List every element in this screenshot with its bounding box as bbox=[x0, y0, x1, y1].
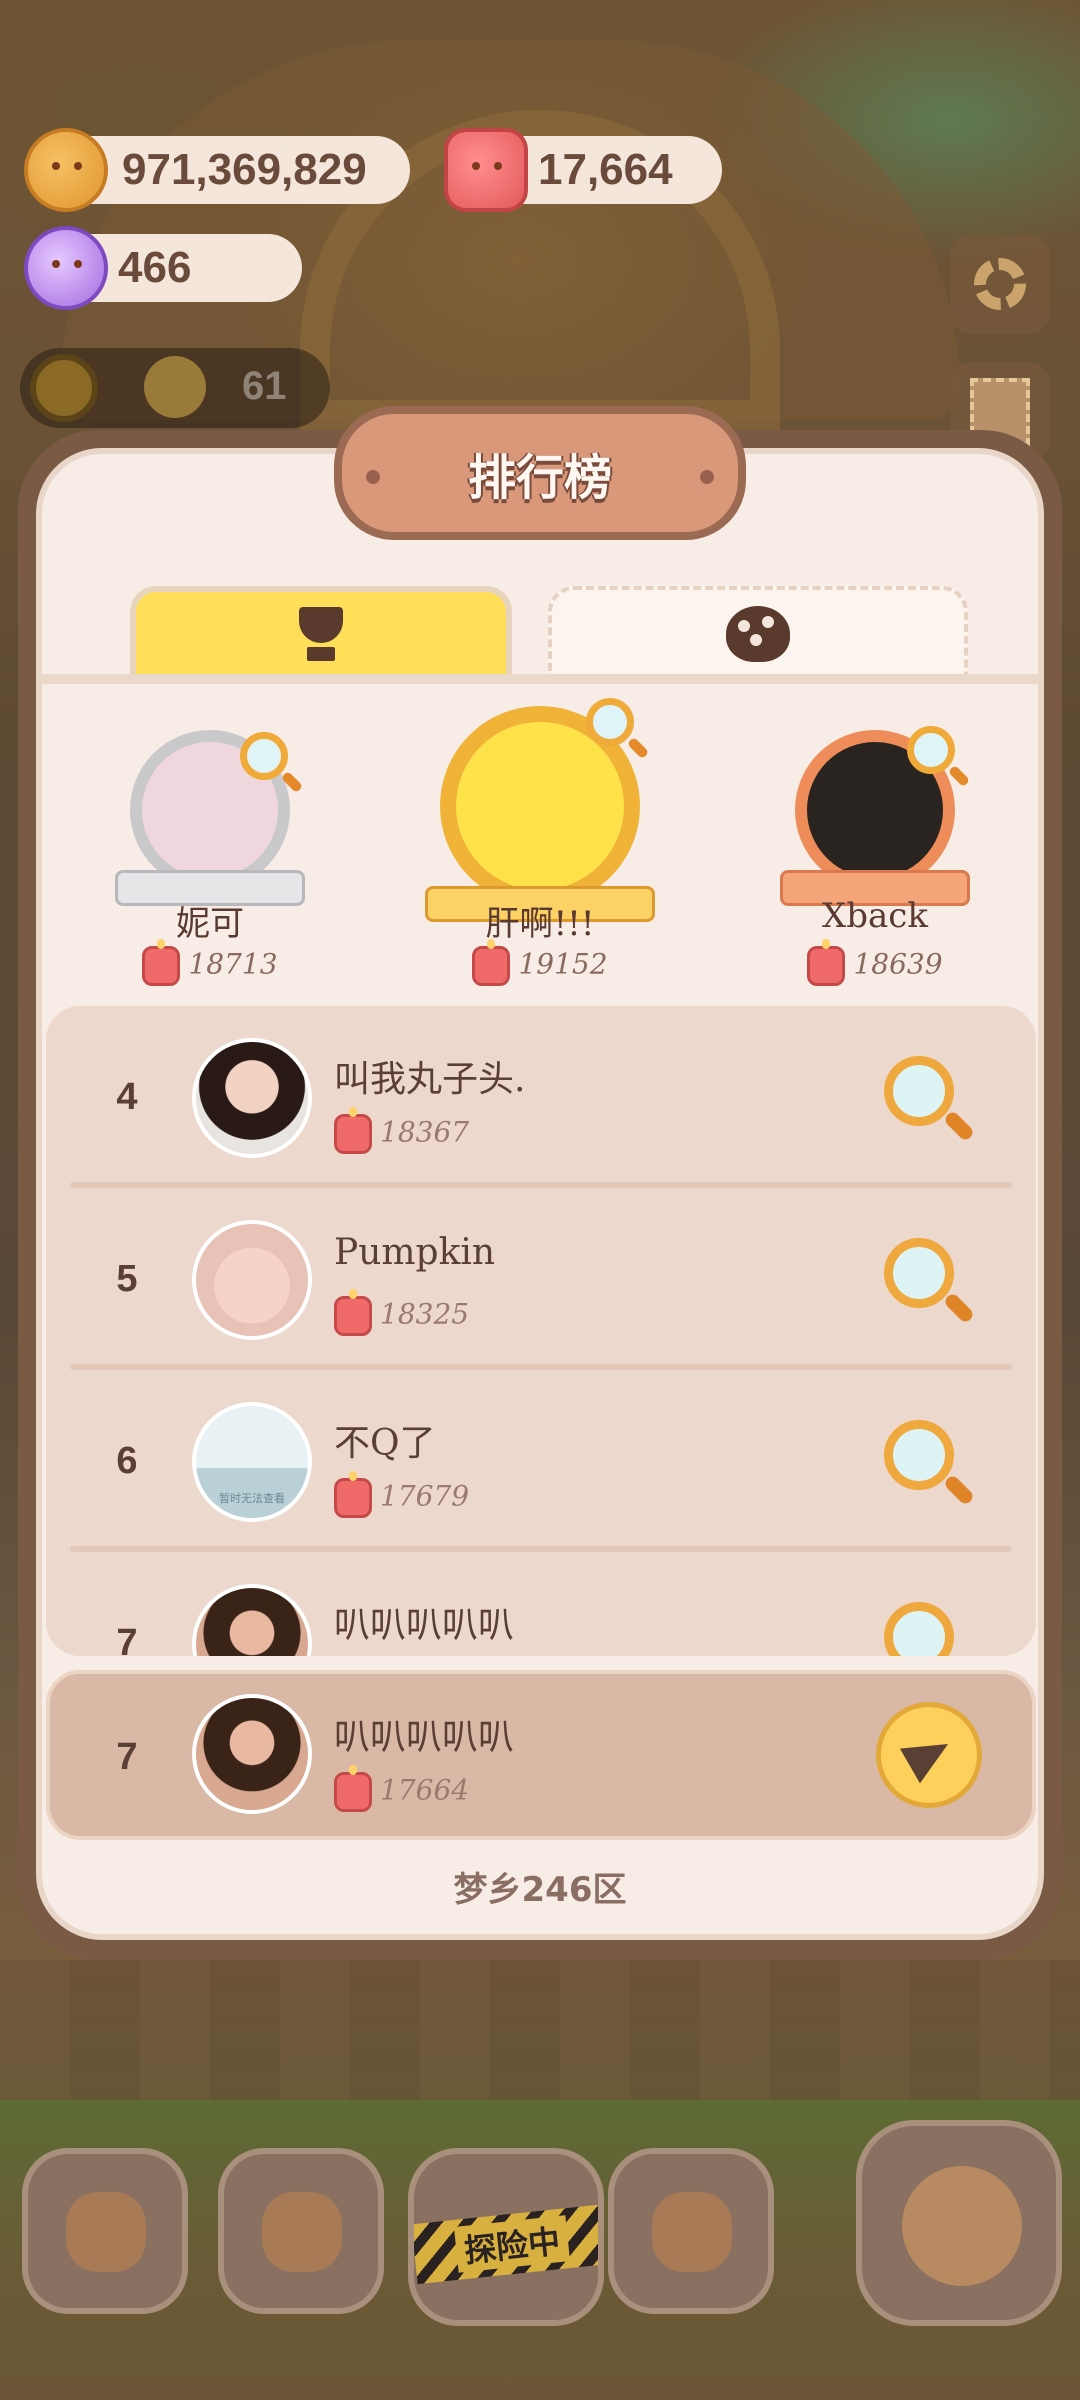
row-score: 17664 bbox=[380, 1773, 470, 1807]
row-name: 叭叭叭叭叭 bbox=[334, 1717, 515, 1758]
mushroom-house-icon bbox=[66, 2192, 146, 2272]
avatar-placeholder-text: 暂时无法查看 bbox=[219, 1492, 285, 1505]
level-value: 61 bbox=[242, 364, 287, 408]
character-icon bbox=[902, 2166, 1022, 2286]
notebook-icon bbox=[262, 2192, 342, 2272]
podium-rank-1[interactable]: 肝啊!!! 19152 bbox=[390, 690, 690, 1000]
explore-label: 探险中 bbox=[453, 2215, 571, 2273]
sun-icon bbox=[30, 354, 98, 422]
table-row[interactable]: 4 叫我丸子头. 18367 bbox=[46, 1006, 1036, 1188]
view-profile-button[interactable] bbox=[884, 1056, 954, 1126]
view-profile-button[interactable] bbox=[884, 1238, 954, 1308]
row-rank: 5 bbox=[116, 1258, 138, 1300]
candle-counter[interactable]: 17,664 bbox=[444, 128, 722, 212]
table-row[interactable]: 5 Pumpkin 18325 bbox=[46, 1188, 1036, 1370]
nav-shop-button[interactable] bbox=[608, 2148, 774, 2314]
tab-bomb[interactable] bbox=[548, 586, 968, 678]
nav-home-button[interactable] bbox=[22, 2148, 188, 2314]
cookie-icon bbox=[24, 128, 108, 212]
avatar[interactable] bbox=[192, 1220, 312, 1340]
podium-score: 18639 bbox=[853, 947, 943, 981]
row-score-wrap: 17664 bbox=[334, 1765, 470, 1812]
crystal-counter[interactable]: 466 bbox=[24, 226, 302, 310]
avatar[interactable] bbox=[192, 1694, 312, 1814]
cake-icon bbox=[334, 1765, 372, 1812]
view-profile-button[interactable] bbox=[884, 1420, 954, 1490]
avatar[interactable]: 暂时无法查看 bbox=[192, 1402, 312, 1522]
paper-plane-icon bbox=[899, 1726, 959, 1784]
gear-icon bbox=[974, 258, 1026, 310]
row-score: 17679 bbox=[380, 1479, 470, 1513]
shop-stall-icon bbox=[652, 2192, 732, 2272]
cake-icon bbox=[334, 1471, 372, 1518]
tab-divider bbox=[42, 674, 1038, 684]
podium-rank-2[interactable]: 妮可 18713 bbox=[60, 690, 360, 1000]
podium-score-wrap: 18639 bbox=[725, 939, 1025, 986]
podium-score: 18713 bbox=[188, 947, 278, 981]
avatar[interactable] bbox=[192, 1584, 312, 1656]
crystal-icon bbox=[24, 226, 108, 310]
server-label: 梦乡246区 bbox=[453, 1870, 627, 1910]
level-indicator[interactable]: 61 bbox=[20, 348, 330, 428]
podium-score-wrap: 18713 bbox=[60, 939, 360, 986]
chick-icon bbox=[144, 356, 206, 418]
tab-trophy[interactable] bbox=[130, 586, 512, 678]
cake-icon bbox=[334, 1289, 372, 1336]
cake-icon bbox=[334, 1107, 372, 1154]
row-name: Pumpkin bbox=[334, 1232, 496, 1273]
leaderboard-title: 排行榜 bbox=[467, 450, 612, 506]
magnifier-icon[interactable] bbox=[240, 732, 288, 780]
magnifier-icon[interactable] bbox=[586, 698, 634, 746]
row-score-wrap: 18325 bbox=[334, 1289, 470, 1336]
settings-button[interactable] bbox=[950, 234, 1050, 334]
nav-explore-button[interactable]: 探险中 bbox=[408, 2148, 604, 2326]
nav-character-button[interactable] bbox=[856, 2120, 1062, 2326]
nav-notes-button[interactable] bbox=[218, 2148, 384, 2314]
ranking-list[interactable]: 4 叫我丸子头. 18367 5 Pumpkin 18325 6 暂时无法查看 … bbox=[46, 1006, 1036, 1656]
podium-score-wrap: 19152 bbox=[390, 939, 690, 986]
bomb-icon bbox=[726, 606, 790, 662]
cake-icon bbox=[142, 939, 181, 986]
row-rank: 4 bbox=[116, 1076, 138, 1118]
row-name: 叫我丸子头. bbox=[334, 1059, 526, 1100]
row-rank: 7 bbox=[116, 1622, 138, 1656]
podium-rank-3[interactable]: Xback 18639 bbox=[725, 690, 1025, 1000]
row-score-wrap: 17679 bbox=[334, 1471, 470, 1518]
avatar[interactable] bbox=[192, 1038, 312, 1158]
candle-icon bbox=[444, 128, 528, 212]
cookie-counter[interactable]: 971,369,829 bbox=[24, 128, 410, 212]
row-score-wrap: 18367 bbox=[334, 1107, 470, 1154]
row-score: 18325 bbox=[380, 1297, 470, 1331]
row-rank: 7 bbox=[116, 1736, 138, 1778]
leaderboard-title-plate: 排行榜 bbox=[334, 406, 746, 540]
table-row[interactable]: 7 叭叭叭叭叭 bbox=[46, 1552, 1036, 1656]
podium-score: 19152 bbox=[518, 947, 608, 981]
row-name: 叭叭叭叭叭 bbox=[334, 1605, 515, 1646]
share-button[interactable] bbox=[876, 1702, 982, 1808]
podium-name: Xback bbox=[822, 896, 928, 936]
podium-name: 肝啊!!! bbox=[485, 904, 595, 944]
podium-name: 妮可 bbox=[176, 904, 244, 944]
cake-icon bbox=[472, 939, 511, 986]
row-name: 不Q了 bbox=[334, 1423, 436, 1464]
row-rank: 6 bbox=[116, 1440, 138, 1482]
cake-icon bbox=[807, 939, 846, 986]
my-rank-row[interactable]: 7 叭叭叭叭叭 17664 bbox=[46, 1670, 1036, 1840]
magnifier-icon[interactable] bbox=[907, 726, 955, 774]
row-score: 18367 bbox=[380, 1115, 470, 1149]
table-row[interactable]: 6 暂时无法查看 不Q了 17679 bbox=[46, 1370, 1036, 1552]
view-profile-button[interactable] bbox=[884, 1602, 954, 1656]
trophy-icon bbox=[291, 607, 351, 663]
explore-banner: 探险中 bbox=[414, 2203, 598, 2285]
